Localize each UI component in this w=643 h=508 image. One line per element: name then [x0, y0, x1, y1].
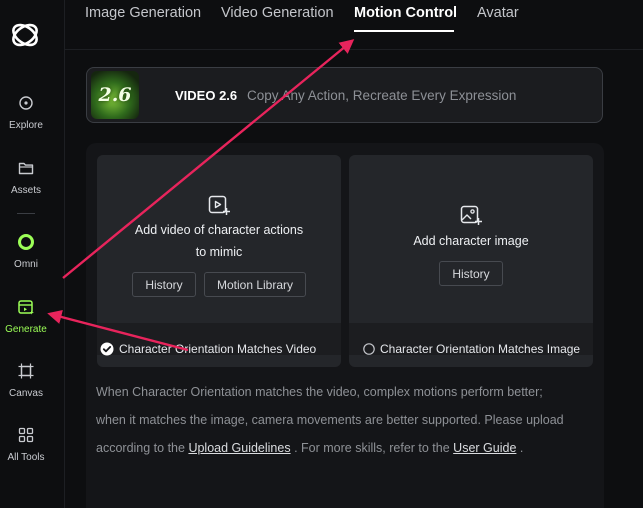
sidebar-item-label: Assets — [10, 185, 41, 196]
app-root: Explore Assets Omni Generate Canvas All … — [0, 0, 643, 508]
description-text: . For more skills, refer to the — [294, 441, 450, 455]
orientation-video-option[interactable]: Character Orientation Matches Video — [100, 337, 316, 361]
radio-unchecked-icon — [363, 343, 375, 355]
tab-bar: Image Generation Video Generation Motion… — [65, 0, 643, 50]
app-logo[interactable] — [9, 16, 43, 52]
sidebar: Explore Assets Omni Generate Canvas All … — [0, 0, 65, 508]
banner-subtitle: Copy Any Action, Recreate Every Expressi… — [247, 88, 517, 103]
tab-avatar[interactable]: Avatar — [477, 5, 519, 21]
explore-icon — [15, 92, 37, 114]
banner-title: VIDEO 2.6 — [175, 88, 238, 103]
main-content: Image Generation Video Generation Motion… — [65, 0, 643, 508]
upload-guidelines-link[interactable]: Upload Guidelines — [188, 441, 290, 455]
orientation-description: When Character Orientation matches the v… — [96, 378, 601, 462]
image-upload-icon — [459, 203, 483, 227]
tab-video-generation[interactable]: Video Generation — [221, 5, 334, 21]
checked-circle-icon — [100, 342, 114, 356]
video-upload-caption: Add video of character actions — [134, 223, 304, 237]
tab-motion-control[interactable]: Motion Control — [354, 5, 457, 21]
active-tab-indicator — [354, 30, 454, 32]
video-history-button[interactable]: History — [132, 272, 196, 297]
sidebar-item-label: Omni — [14, 259, 38, 270]
sidebar-item-label: Explore — [9, 120, 43, 131]
description-line: according to the Upload Guidelines . For… — [96, 434, 601, 462]
orientation-image-option[interactable]: Character Orientation Matches Image — [363, 337, 580, 361]
model-banner[interactable]: 2.6 VIDEO 2.6 Copy Any Action, Recreate … — [86, 67, 603, 123]
description-line: when it matches the image, camera moveme… — [96, 413, 564, 427]
canvas-icon — [15, 360, 37, 382]
motion-library-button[interactable]: Motion Library — [204, 272, 306, 297]
generate-icon — [15, 296, 37, 318]
logo-icon — [12, 23, 38, 47]
grid-icon — [15, 424, 37, 446]
sidebar-item-omni[interactable]: Omni — [0, 231, 52, 270]
video-upload-icon — [207, 193, 231, 217]
image-upload-caption: Add character image — [413, 234, 529, 248]
model-badge: 2.6 — [91, 71, 139, 119]
orientation-image-label: Character Orientation Matches Image — [380, 342, 581, 356]
model-badge-label: 2.6 — [98, 84, 132, 106]
sidebar-item-all-tools[interactable]: All Tools — [0, 424, 52, 463]
sidebar-item-label: Generate — [5, 324, 47, 335]
folder-icon — [15, 157, 37, 179]
video-upload-caption-2: to mimic — [195, 245, 243, 259]
sidebar-divider — [17, 213, 35, 214]
sidebar-item-label: Canvas — [9, 388, 43, 399]
description-line: When Character Orientation matches the v… — [96, 385, 543, 399]
image-history-button[interactable]: History — [439, 261, 503, 286]
description-text: . — [519, 441, 524, 455]
tab-image-generation[interactable]: Image Generation — [85, 5, 201, 21]
orientation-video-label: Character Orientation Matches Video — [119, 342, 317, 356]
sidebar-item-explore[interactable]: Explore — [0, 92, 52, 131]
sidebar-item-canvas[interactable]: Canvas — [0, 360, 52, 399]
sidebar-item-generate[interactable]: Generate — [0, 296, 52, 335]
sidebar-item-assets[interactable]: Assets — [0, 157, 52, 196]
sidebar-item-label: All Tools — [7, 452, 45, 463]
omni-icon — [15, 231, 37, 253]
description-text: according to the — [96, 441, 185, 455]
user-guide-link[interactable]: User Guide — [453, 441, 516, 455]
